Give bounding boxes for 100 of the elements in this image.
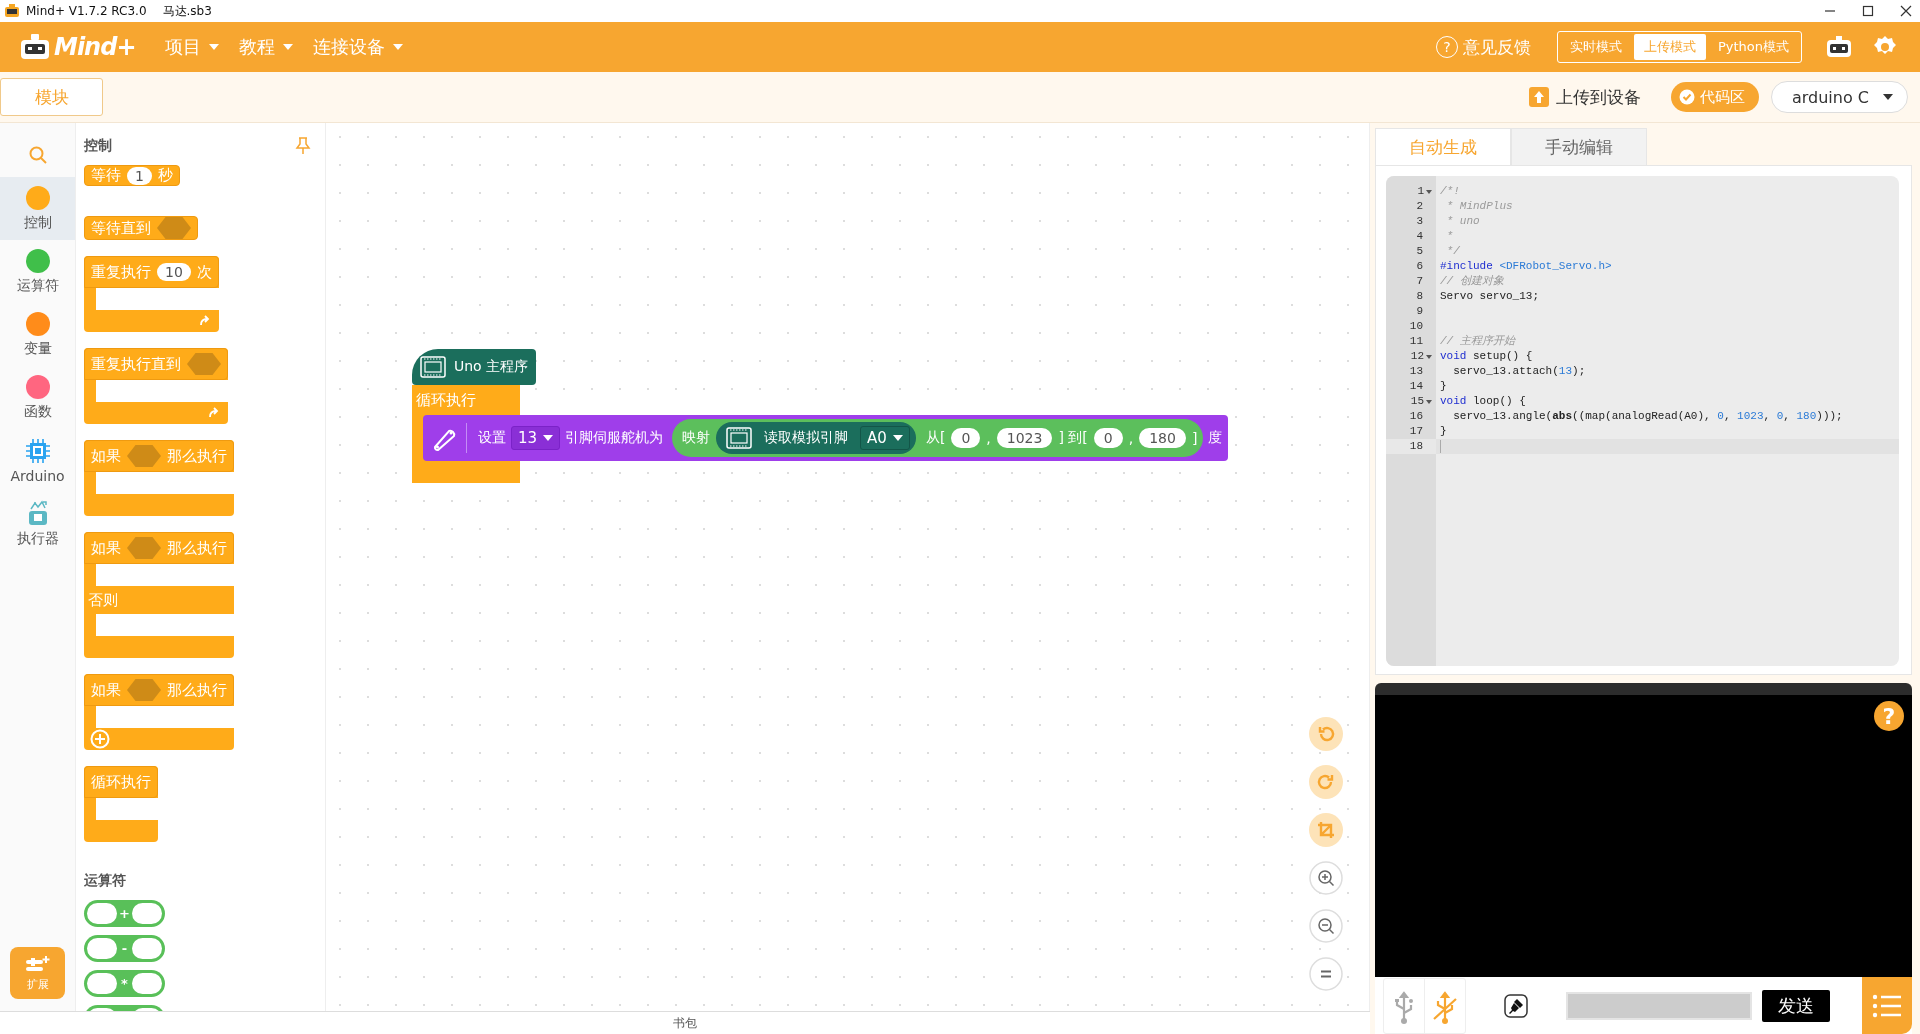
fold-icon[interactable]	[1426, 399, 1432, 404]
block-label: 读取模拟引脚	[764, 429, 849, 447]
caret-icon	[283, 44, 294, 50]
block-label: 次	[196, 262, 212, 282]
input-slot[interactable]	[132, 938, 162, 959]
text-cursor	[1440, 440, 1441, 453]
search-icon[interactable]	[27, 145, 48, 165]
category-item[interactable]: Arduino	[0, 429, 75, 492]
code-line: servo_13.angle(abs((map(analogRead(A0), 0, 1023, 0, 180)));	[1452, 409, 1843, 424]
line-number: 7	[1416, 274, 1423, 289]
caret-icon	[1883, 94, 1893, 100]
number-input[interactable]: 0	[1093, 428, 1123, 448]
block-label: 如果	[91, 538, 121, 558]
line-number: 10	[1409, 319, 1423, 334]
app-icon	[4, 4, 20, 18]
number-input[interactable]: 1023	[996, 428, 1053, 448]
block-label: 引脚伺服舵机为	[565, 429, 664, 447]
fold-icon[interactable]	[1426, 189, 1432, 194]
maximize-icon[interactable]	[1862, 5, 1874, 17]
send-button[interactable]: 发送	[1762, 989, 1830, 1022]
code-line: /*!	[1440, 184, 1460, 199]
dropdown-field[interactable]: A0	[860, 426, 910, 450]
code-line: Servo servo_13;	[1440, 289, 1540, 304]
block-label: 那么执行	[167, 538, 227, 558]
code-line: }	[1440, 379, 1447, 394]
robot-icon[interactable]	[1826, 35, 1852, 59]
block-label: ,	[986, 430, 991, 446]
category-item[interactable]: 变量	[0, 303, 75, 366]
reset-zoom-icon[interactable]	[1309, 957, 1343, 991]
check-icon	[1678, 89, 1695, 105]
menu-button[interactable]	[1862, 977, 1912, 1034]
board-icon	[726, 427, 753, 449]
code-block[interactable]: 等待 1 秒	[84, 165, 180, 186]
input-slot[interactable]	[87, 938, 117, 959]
input-slot[interactable]	[132, 903, 162, 924]
block-label: 循环执行	[91, 772, 151, 792]
line-number: 18	[1409, 439, 1423, 454]
block-label: 否则	[88, 590, 118, 610]
undo-icon[interactable]	[1309, 717, 1343, 751]
zoom-out-icon[interactable]	[1309, 909, 1343, 943]
crop-icon[interactable]	[1309, 813, 1343, 847]
code-line: servo_13.attach(13);	[1452, 364, 1586, 379]
number-input[interactable]: 0	[951, 428, 981, 448]
caret-icon	[892, 435, 903, 441]
code-line: * MindPlus	[1445, 199, 1513, 214]
language-dropdown[interactable]: arduino C	[1770, 81, 1908, 113]
category-item[interactable]: 函数	[0, 366, 75, 429]
code-line: // 主程序开始	[1440, 334, 1515, 349]
block-label: ,	[1128, 430, 1134, 446]
block-label: 如果	[91, 446, 121, 466]
code-line: #include <DFRobot_Servo.h>	[1440, 259, 1612, 274]
input-slot[interactable]	[87, 973, 117, 994]
block-label: 秒	[157, 166, 173, 185]
category-item[interactable]: 执行器	[0, 492, 75, 555]
code-line: *	[1445, 229, 1454, 244]
line-number: 2	[1416, 199, 1423, 214]
block-label: 那么执行	[167, 680, 227, 700]
loop-block[interactable]: 循环执行 设置 13 引脚伺服舵机为 映射 读取模拟引脚 A0 从[ 0 , 1023 ] 到[ 0 , 180 ] 度	[412, 385, 1229, 483]
redo-icon[interactable]	[1309, 765, 1343, 799]
line-number: 17	[1409, 424, 1423, 439]
close-icon[interactable]	[1900, 5, 1912, 17]
loop-arrow-icon	[198, 315, 211, 327]
category-item[interactable]: 运算符	[0, 240, 75, 303]
code-block[interactable]: 重复执行 10 次	[84, 256, 219, 332]
fold-icon[interactable]	[1426, 354, 1432, 359]
code-tab[interactable]: 手动编辑	[1511, 128, 1647, 165]
number-input[interactable]: 1	[127, 166, 152, 185]
caret-icon	[543, 435, 554, 441]
section-heading: 运算符	[84, 872, 126, 890]
code-line: */	[1445, 244, 1460, 259]
window-title: Mind+ V1.7.2 RC3.0	[26, 4, 147, 18]
number-input[interactable]: 180	[1139, 428, 1186, 448]
block-label: ] 到[	[1058, 429, 1088, 447]
line-number: 3	[1416, 214, 1423, 229]
input-slot[interactable]	[87, 903, 117, 924]
block-label: 映射	[682, 429, 711, 447]
input-field[interactable]	[1566, 991, 1752, 1020]
line-number: 11	[1409, 334, 1423, 349]
file-name: 马达.sb3	[162, 2, 212, 20]
input-slot[interactable]	[132, 973, 162, 994]
main-program-block[interactable]: Uno 主程序	[412, 349, 537, 385]
board-icon	[420, 356, 446, 378]
number-input[interactable]: 10	[157, 263, 191, 281]
block-label: 重复执行	[91, 262, 151, 282]
line-number: 13	[1409, 364, 1423, 379]
line-number: 15	[1410, 394, 1424, 409]
menu-icon	[1872, 993, 1902, 1018]
block-label: 如果	[91, 680, 121, 700]
zoom-in-icon[interactable]	[1309, 861, 1343, 895]
caret-icon	[209, 44, 220, 50]
upload-button[interactable]: 上传到设备	[1521, 84, 1647, 110]
block-label: 循环执行	[415, 389, 476, 411]
block-slot	[96, 798, 158, 820]
dropdown-field[interactable]: 13	[511, 426, 561, 450]
brush-icon[interactable]	[1504, 993, 1528, 1018]
robot-icon	[18, 32, 52, 62]
block-label: 度	[1208, 429, 1223, 447]
category-item[interactable]: 控制	[0, 177, 75, 240]
line-number: 16	[1409, 409, 1423, 424]
servo-block[interactable]: 设置 13 引脚伺服舵机为 映射 读取模拟引脚 A0 从[ 0 , 1023 ] 到[ 0 , 180 ] 度	[423, 415, 1229, 461]
